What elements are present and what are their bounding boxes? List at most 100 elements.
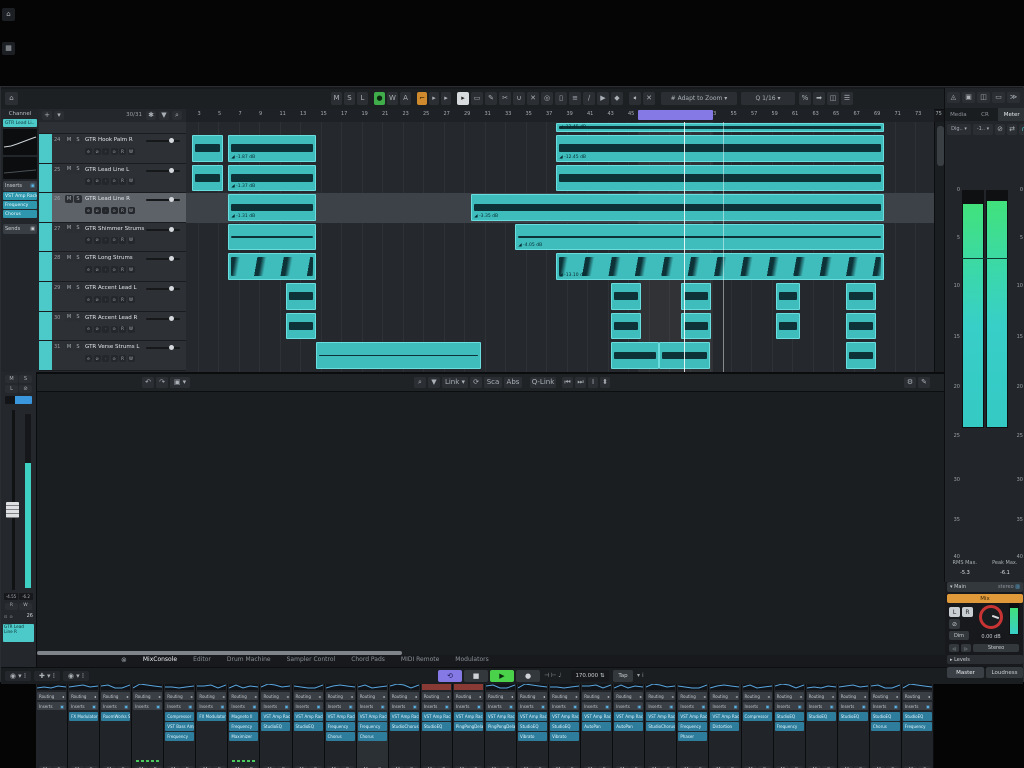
track-mini-button[interactable]: W	[128, 207, 135, 214]
track-mini-button[interactable]: e	[85, 266, 92, 273]
insert-slot[interactable]: Chorus	[358, 732, 387, 741]
strip-fader[interactable]	[2, 410, 35, 590]
audio-event[interactable]	[192, 165, 223, 192]
toolbar-right-icon-2[interactable]: ◫	[827, 92, 839, 105]
routing-rack-header[interactable]: Routing◂	[903, 692, 932, 700]
audio-event[interactable]: ◢ -12.45 dB	[556, 135, 884, 162]
grid-type-select[interactable]: # Adapt to Zoom ▾	[661, 92, 737, 105]
insert-slot[interactable]: VST Amp Rack	[710, 712, 739, 721]
insert-slot[interactable]: StudioEQ	[903, 712, 932, 721]
track-mini-button[interactable]: R	[119, 178, 126, 185]
track-mini-button[interactable]: ⊘	[94, 266, 101, 273]
track-row[interactable]: 24MSGTR Hook Palm Re⊘◦⊙RW	[39, 134, 186, 164]
insert-slot[interactable]: AutoPan	[614, 722, 643, 731]
pager-1[interactable]: ⏭	[575, 377, 586, 388]
insert-slot[interactable]: StudioEQ	[422, 722, 451, 731]
insert-slot[interactable]: VST Amp Rack	[550, 712, 579, 721]
track-mini-button[interactable]: e	[85, 148, 92, 155]
lower-tab-modulators[interactable]: Modulators	[455, 656, 488, 663]
levels-section-header[interactable]: ▸ Levels	[947, 655, 1023, 664]
audio-event[interactable]: ◢ -3.35 dB	[471, 194, 884, 221]
headphones-icon[interactable]: ∩	[1019, 124, 1024, 135]
track-mini-button[interactable]: ⊘	[94, 178, 101, 185]
insert-slot[interactable]: AutoPan	[582, 722, 611, 731]
track-volume-slider[interactable]	[146, 140, 180, 142]
mixer-channel[interactable]: Routing◂Inserts▣VST Amp RackStudioEQMSLe…	[260, 676, 292, 768]
inserts-section-header[interactable]: Inserts ▣	[3, 181, 37, 191]
track-row[interactable]: 30MSGTR Accent Lead Re⊘◦⊙RW	[39, 312, 186, 342]
routing-rack-header[interactable]: Routing◂	[37, 692, 66, 700]
lower-tab-chord-pads[interactable]: Chord Pads	[351, 656, 385, 663]
routing-rack-header[interactable]: Routing◂	[454, 692, 483, 700]
insert-slot[interactable]: VST Amp Rack	[678, 712, 707, 721]
monitor-r-button[interactable]: R	[962, 607, 973, 617]
track-volume-slider[interactable]	[146, 288, 180, 290]
toolbar-right-icon-1[interactable]: ➡	[813, 92, 825, 105]
insert-slot[interactable]: Vibrato	[518, 732, 547, 741]
track-row[interactable]: 31MSGTR Verse Strums Le⊘◦⊙RW	[39, 341, 186, 371]
track-volume-slider[interactable]	[146, 347, 180, 349]
track-mini-button[interactable]: e	[85, 207, 92, 214]
mixer-channel[interactable]: Routing◂Inserts▣StudioEQFrequencyMSLe-5.…	[902, 676, 934, 768]
track-row[interactable]: 29MSGTR Accent Lead Le⊘◦⊙RW	[39, 282, 186, 312]
insert-slot[interactable]: StudioEQ	[775, 712, 804, 721]
audio-event[interactable]	[846, 342, 876, 369]
track-mute-button[interactable]: M	[65, 136, 73, 144]
track-mini-button[interactable]: ⊙	[111, 178, 118, 185]
track-mini-button[interactable]: W	[128, 355, 135, 362]
mixer-channel[interactable]: Routing◂Inserts▣RoomWorks SEMSLe0.60-34.…	[100, 676, 132, 768]
inserts-rack-header[interactable]: Inserts▣	[486, 702, 515, 710]
play-button[interactable]: ▶	[490, 670, 514, 682]
insert-slot[interactable]: PingPongDelay	[454, 722, 483, 731]
inserts-rack-header[interactable]: Inserts▣	[614, 702, 643, 710]
mixer-channel[interactable]: Routing◂Inserts▣VST Amp RackStudioEQVibr…	[517, 676, 549, 768]
track-mini-button[interactable]: R	[119, 148, 126, 155]
track-mini-button[interactable]: ⊘	[94, 296, 101, 303]
right-zone-tab-media[interactable]: Media	[945, 108, 972, 121]
audio-event[interactable]	[228, 253, 316, 280]
inserts-rack-header[interactable]: Inserts▣	[454, 702, 483, 710]
inserts-rack-header[interactable]: Inserts▣	[839, 702, 868, 710]
routing-rack-header[interactable]: Routing◂	[807, 692, 836, 700]
track-row[interactable]: 26MSGTR Lead Line Re⊘◦⊙RW	[39, 193, 186, 223]
routing-rack-header[interactable]: Routing◂	[390, 692, 419, 700]
audio-event[interactable]	[611, 342, 659, 369]
routing-rack-header[interactable]: Routing◂	[550, 692, 579, 700]
routing-rack-header[interactable]: Routing◂	[101, 692, 130, 700]
routing-rack-header[interactable]: Routing◂	[133, 692, 162, 700]
inserts-rack-header[interactable]: Inserts▣	[197, 702, 226, 710]
cycle-button[interactable]: ⟲	[438, 670, 462, 682]
strip-bypass-button[interactable]: ⊘	[19, 385, 32, 393]
track-mute-button[interactable]: M	[65, 284, 73, 292]
insert-slot[interactable]: VST Amp Rack	[486, 712, 515, 721]
track-solo-button[interactable]: S	[74, 254, 82, 262]
inserts-rack-header[interactable]: Inserts▣	[518, 702, 547, 710]
mixer-channel[interactable]: Routing◂Inserts▣VST Amp RackFrequencyCho…	[325, 676, 357, 768]
insert-slot[interactable]: StudioEQ	[518, 722, 547, 731]
insert-slot[interactable]: RoomWorks SE	[101, 712, 130, 721]
routing-rack-header[interactable]: Routing◂	[358, 692, 387, 700]
lower-tab-midi-remote[interactable]: MIDI Remote	[401, 656, 439, 663]
routing-rack-header[interactable]: Routing◂	[294, 692, 323, 700]
inserts-rack-header[interactable]: Inserts▣	[390, 702, 419, 710]
mixer-channel[interactable]: Routing◂Inserts▣StudioEQFrequencyMSLe-5.…	[774, 676, 806, 768]
tracklist-header-icon-2[interactable]: ⌕	[172, 111, 182, 120]
inserts-rack-header[interactable]: Inserts▣	[871, 702, 900, 710]
track-mini-button[interactable]: ⊙	[111, 326, 118, 333]
mixer-channel[interactable]: Routing◂Inserts▣VST Amp RackStudioEQMSLe…	[293, 676, 325, 768]
zoom-palette-i[interactable]: I	[588, 377, 598, 388]
dim-button[interactable]: Dim	[949, 631, 969, 640]
meter-reset-icon[interactable]: ⊘	[995, 124, 1005, 135]
mixer-channel[interactable]: Routing◂Inserts▣MSLe-4.55-9.8RWe⊘⊡⊙19GRO…	[132, 676, 164, 768]
window-icon-4[interactable]: ≫	[1007, 92, 1020, 103]
inserts-rack-header[interactable]: Inserts▣	[37, 702, 66, 710]
insert-slot[interactable]: StudioEQ	[550, 722, 579, 731]
track-mini-button[interactable]: ⊘	[94, 326, 101, 333]
insert-slot[interactable]: StudioChorus	[646, 722, 675, 731]
range-tool[interactable]: ▭	[471, 92, 483, 105]
track-mini-button[interactable]: e	[85, 326, 92, 333]
track-volume-slider[interactable]	[146, 258, 180, 260]
meter-scale-select[interactable]: -1.. ▾	[973, 124, 993, 135]
global-s-button[interactable]: S	[344, 92, 355, 105]
insert-slot[interactable]: VST Amp Rack	[614, 712, 643, 721]
